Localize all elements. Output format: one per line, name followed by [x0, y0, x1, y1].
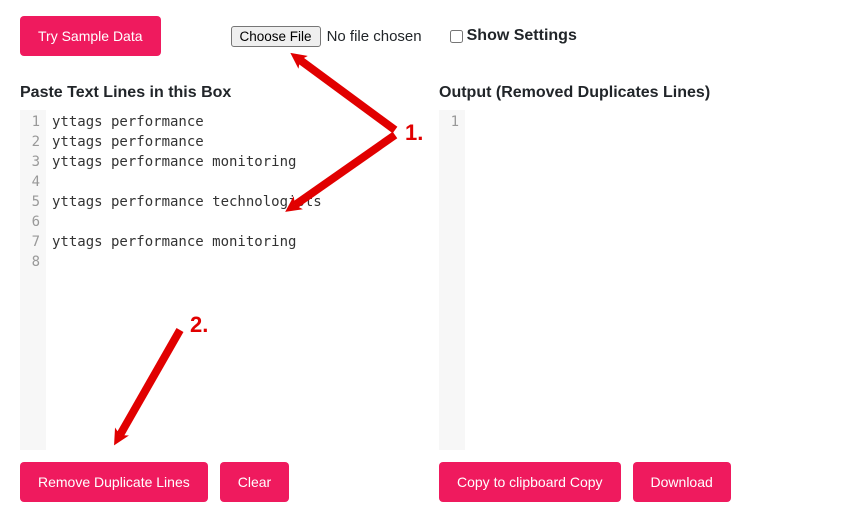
input-buttons: Remove Duplicate Lines Clear: [20, 462, 409, 502]
code-line[interactable]: yttags performance: [52, 132, 403, 152]
file-chooser: Choose File No file chosen: [231, 26, 422, 47]
code-line[interactable]: [52, 212, 403, 232]
show-settings-toggle: Show Settings: [450, 27, 577, 45]
sample-data-button[interactable]: Try Sample Data: [20, 16, 161, 56]
download-button[interactable]: Download: [633, 462, 731, 502]
input-title: Paste Text Lines in this Box: [20, 84, 409, 102]
input-gutter: 12345678: [20, 110, 46, 450]
show-settings-checkbox[interactable]: [450, 30, 463, 43]
line-number: 2: [24, 132, 40, 152]
annotation-label-2: 2.: [190, 312, 208, 338]
input-code[interactable]: yttags performanceyttags performanceytta…: [46, 110, 409, 450]
code-line[interactable]: [52, 172, 403, 192]
output-editor[interactable]: 1: [439, 110, 828, 450]
code-line[interactable]: [471, 112, 822, 132]
input-column: Paste Text Lines in this Box 12345678 yt…: [20, 84, 409, 502]
show-settings-label[interactable]: Show Settings: [467, 27, 577, 45]
columns: Paste Text Lines in this Box 12345678 yt…: [20, 84, 828, 502]
annotation-label-1: 1.: [405, 120, 423, 146]
line-number: 6: [24, 212, 40, 232]
output-code[interactable]: [465, 110, 828, 450]
code-line[interactable]: [52, 252, 403, 272]
file-status-text: No file chosen: [327, 28, 422, 45]
line-number: 5: [24, 192, 40, 212]
line-number: 3: [24, 152, 40, 172]
remove-duplicates-button[interactable]: Remove Duplicate Lines: [20, 462, 208, 502]
line-number: 8: [24, 252, 40, 272]
choose-file-button[interactable]: Choose File: [231, 26, 321, 47]
input-editor[interactable]: 12345678 yttags performanceyttags perfor…: [20, 110, 409, 450]
line-number: 4: [24, 172, 40, 192]
output-title: Output (Removed Duplicates Lines): [439, 84, 828, 102]
output-column: Output (Removed Duplicates Lines) 1 Copy…: [439, 84, 828, 502]
line-number: 1: [24, 112, 40, 132]
code-line[interactable]: yttags performance monitoring: [52, 152, 403, 172]
code-line[interactable]: yttags performance technologists: [52, 192, 403, 212]
line-number: 1: [443, 112, 459, 132]
output-buttons: Copy to clipboard Copy Download: [439, 462, 828, 502]
code-line[interactable]: yttags performance: [52, 112, 403, 132]
copy-button[interactable]: Copy to clipboard Copy: [439, 462, 621, 502]
top-row: Try Sample Data Choose File No file chos…: [20, 16, 828, 56]
clear-button[interactable]: Clear: [220, 462, 289, 502]
output-gutter: 1: [439, 110, 465, 450]
line-number: 7: [24, 232, 40, 252]
code-line[interactable]: yttags performance monitoring: [52, 232, 403, 252]
